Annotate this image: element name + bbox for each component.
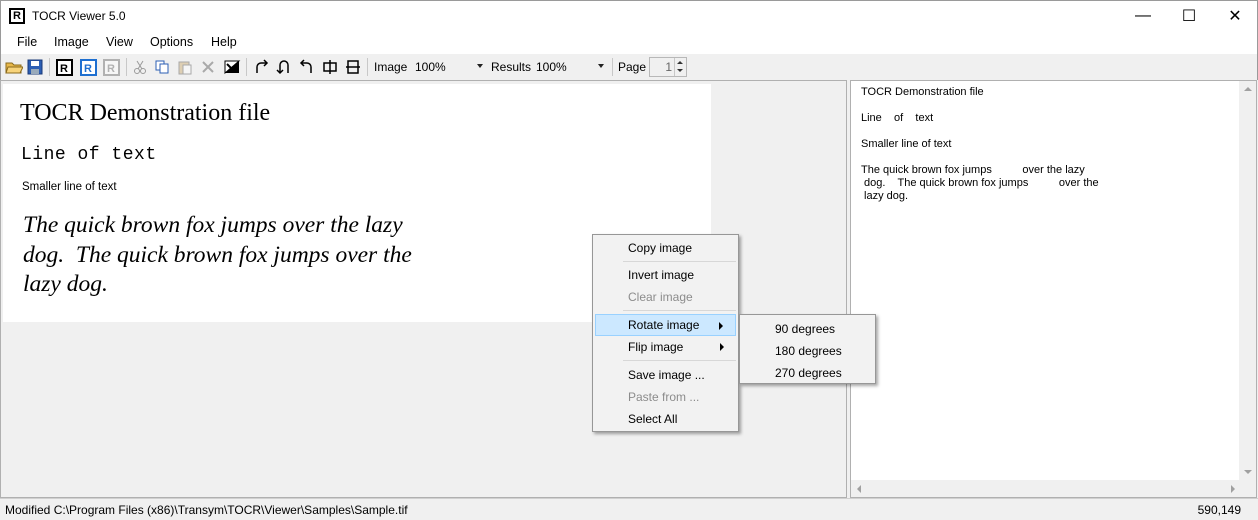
toolbar-separator bbox=[367, 58, 368, 76]
results-zoom-label: Results bbox=[491, 60, 532, 74]
copy-icon[interactable] bbox=[153, 58, 171, 76]
scroll-down-icon[interactable] bbox=[1244, 470, 1252, 474]
paragraph-line: The quick brown fox jumps over the lazy bbox=[23, 212, 403, 238]
flip-icon[interactable] bbox=[275, 58, 293, 76]
menu-image[interactable]: Image bbox=[54, 35, 89, 49]
close-icon: ✕ bbox=[1228, 8, 1242, 25]
menu-paste-from[interactable]: Paste from ... bbox=[595, 386, 736, 408]
results-text[interactable]: TOCR Demonstration file Line of text Sma… bbox=[861, 86, 1099, 203]
paragraph-line: dog. The quick brown fox jumps over the bbox=[23, 241, 412, 268]
menu-rotate-image[interactable]: Rotate image bbox=[595, 314, 736, 336]
toolbar-separator bbox=[246, 58, 247, 76]
app-icon: R bbox=[9, 8, 25, 24]
menu-separator bbox=[623, 360, 736, 361]
svg-text:R: R bbox=[60, 63, 68, 75]
read-disabled-icon[interactable]: R bbox=[102, 58, 120, 76]
menu-bar: File Image View Options Help bbox=[0, 31, 1258, 54]
page-value: 1 bbox=[665, 60, 672, 74]
read-selection-icon[interactable]: R bbox=[79, 58, 97, 76]
split-horizontal-icon[interactable] bbox=[344, 58, 362, 76]
rotate-left-icon[interactable] bbox=[298, 58, 316, 76]
menu-separator bbox=[623, 261, 736, 262]
paste-icon[interactable] bbox=[176, 58, 194, 76]
menu-rotate-270[interactable]: 270 degrees bbox=[742, 361, 873, 383]
document-title: TOCR Demonstration file bbox=[20, 100, 271, 126]
toolbar-separator bbox=[126, 58, 127, 76]
menu-separator bbox=[623, 310, 736, 311]
menu-rotate-90[interactable]: 90 degrees bbox=[742, 317, 873, 339]
toolbar-separator bbox=[49, 58, 50, 76]
minimize-icon: — bbox=[1135, 7, 1151, 24]
menu-select-all[interactable]: Select All bbox=[595, 408, 736, 430]
svg-text:R: R bbox=[107, 63, 115, 75]
document-paragraph: The quick brown fox jumps over the lazy … bbox=[23, 211, 493, 300]
document-small-line: Smaller line of text bbox=[22, 181, 117, 193]
context-menu: Copy image Invert image Clear image Rota… bbox=[592, 234, 739, 432]
scroll-up-icon[interactable] bbox=[1244, 87, 1252, 91]
menu-save-image[interactable]: Save image ... bbox=[595, 364, 736, 386]
open-folder-icon[interactable] bbox=[5, 58, 23, 76]
results-zoom-select[interactable]: 100% bbox=[532, 57, 606, 77]
image-zoom-select[interactable]: 100% bbox=[411, 57, 485, 77]
rotate-right-icon[interactable] bbox=[252, 58, 270, 76]
scroll-corner bbox=[1239, 480, 1256, 497]
toolbar-separator bbox=[612, 58, 613, 76]
spin-down-icon[interactable] bbox=[674, 67, 685, 76]
menu-rotate-180[interactable]: 180 degrees bbox=[742, 339, 873, 361]
status-text: Modified C:\Program Files (x86)\Transym\… bbox=[5, 503, 408, 517]
scroll-left-icon[interactable] bbox=[857, 485, 861, 493]
menu-copy-image[interactable]: Copy image bbox=[595, 237, 736, 259]
title-bar: R TOCR Viewer 5.0 — ☐ ✕ bbox=[0, 0, 1258, 31]
page-stepper[interactable]: 1 bbox=[649, 57, 687, 77]
menu-invert-image[interactable]: Invert image bbox=[595, 264, 736, 286]
split-vertical-icon[interactable] bbox=[321, 58, 339, 76]
chevron-down-icon bbox=[598, 64, 604, 68]
menu-clear-image[interactable]: Clear image bbox=[595, 286, 736, 308]
horizontal-scrollbar[interactable] bbox=[851, 480, 1241, 497]
maximize-icon: ☐ bbox=[1181, 8, 1197, 25]
paragraph-line: lazy dog. bbox=[23, 271, 108, 297]
vertical-scrollbar[interactable] bbox=[1239, 81, 1256, 480]
scroll-right-icon[interactable] bbox=[1231, 485, 1235, 493]
toolbar: R R R Image 100% Results 100% Page 1 bbox=[0, 54, 1258, 80]
image-zoom-label: Image bbox=[374, 60, 408, 74]
menu-help[interactable]: Help bbox=[211, 35, 237, 49]
minimize-button[interactable]: — bbox=[1120, 1, 1166, 31]
chevron-down-icon bbox=[477, 64, 483, 68]
svg-text:R: R bbox=[84, 63, 92, 75]
menu-view[interactable]: View bbox=[106, 35, 133, 49]
image-zoom-value: 100% bbox=[415, 60, 446, 74]
status-bar: Modified C:\Program Files (x86)\Transym\… bbox=[0, 498, 1258, 520]
chevron-right-icon bbox=[720, 343, 724, 351]
cut-icon[interactable] bbox=[131, 58, 149, 76]
chevron-right-icon bbox=[719, 322, 723, 330]
page-label: Page bbox=[618, 60, 647, 74]
invert-icon[interactable] bbox=[223, 58, 241, 76]
maximize-button[interactable]: ☐ bbox=[1166, 1, 1212, 31]
menu-options[interactable]: Options bbox=[150, 35, 193, 49]
status-coordinates: 590,149 bbox=[1197, 503, 1241, 517]
results-zoom-value: 100% bbox=[536, 60, 567, 74]
menu-file[interactable]: File bbox=[17, 35, 37, 49]
window-title: TOCR Viewer 5.0 bbox=[32, 9, 126, 23]
menu-flip-image[interactable]: Flip image bbox=[595, 336, 736, 358]
document-line: Line of text bbox=[21, 145, 157, 165]
read-icon[interactable]: R bbox=[55, 58, 73, 76]
spin-up-icon[interactable] bbox=[674, 58, 685, 67]
rotate-submenu: 90 degrees 180 degrees 270 degrees bbox=[739, 314, 876, 384]
save-icon[interactable] bbox=[26, 58, 44, 76]
delete-icon[interactable] bbox=[199, 58, 217, 76]
results-pane[interactable]: TOCR Demonstration file Line of text Sma… bbox=[850, 80, 1257, 498]
close-button[interactable]: ✕ bbox=[1212, 1, 1258, 31]
